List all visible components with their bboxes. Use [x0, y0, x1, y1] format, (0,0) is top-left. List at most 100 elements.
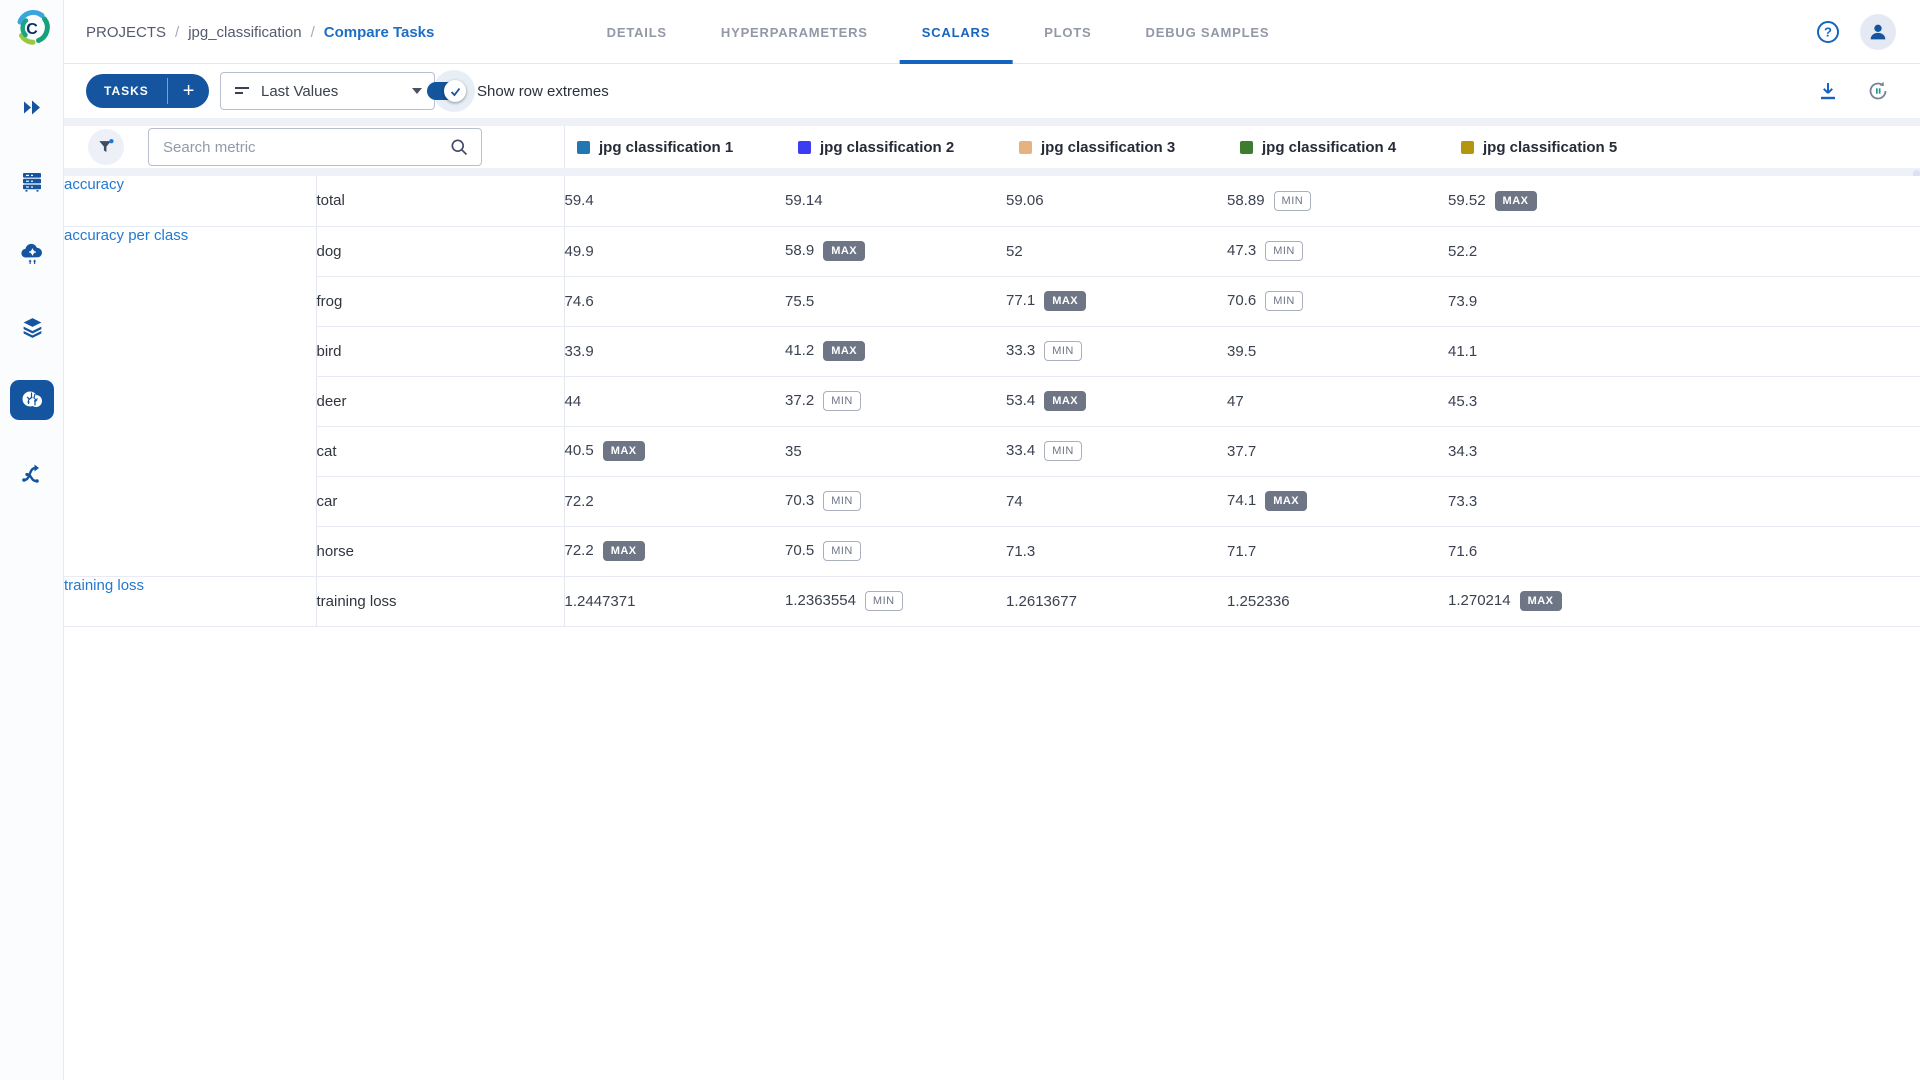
show-row-extremes-label: Show row extremes [477, 83, 609, 100]
metric-value: 35 [785, 443, 802, 460]
tab-debug-samples[interactable]: DEBUG SAMPLES [1124, 0, 1292, 64]
task-name-label: jpg classification 3 [1041, 139, 1175, 156]
tab-bar: DETAILSHYPERPARAMETERSSCALARSPLOTSDEBUG … [585, 0, 1292, 64]
value-cell: 59.4 [564, 176, 785, 226]
metric-value: 74.1 [1227, 492, 1256, 509]
tab-scalars[interactable]: SCALARS [900, 0, 1012, 64]
value-cell: 70.6MIN [1227, 276, 1448, 326]
metric-value: 73.3 [1448, 493, 1477, 510]
metric-value: 1.252336 [1227, 593, 1290, 610]
values-mode-select[interactable]: Last Values [220, 72, 435, 110]
expand-double-chevron-icon[interactable] [10, 88, 54, 128]
metric-name-link[interactable]: accuracy [64, 176, 316, 226]
row-filler [1669, 226, 1920, 276]
value-cell: 49.9 [564, 226, 785, 276]
value-cell: 73.9 [1448, 276, 1669, 326]
metric-value: 59.14 [785, 192, 823, 209]
value-cell: 39.5 [1227, 326, 1448, 376]
svg-text:?: ? [1824, 25, 1832, 40]
download-icon[interactable] [1816, 79, 1840, 103]
metric-value: 74 [1006, 493, 1023, 510]
tasks-split-button: TASKS + [86, 74, 209, 108]
user-avatar[interactable] [1860, 14, 1896, 50]
tasks-button[interactable]: TASKS [86, 74, 167, 108]
row-filler [1669, 426, 1920, 476]
sort-icon [233, 82, 251, 100]
value-cell: 41.2MAX [785, 326, 1006, 376]
metric-name-link[interactable]: accuracy per class [64, 226, 316, 576]
value-cell: 1.2447371 [564, 576, 785, 626]
breadcrumb-item[interactable]: PROJECTS [86, 24, 166, 41]
table-row: cat40.5MAX3533.4MIN37.734.3 [64, 426, 1920, 476]
metric-value: 72.2 [565, 493, 594, 510]
metric-value: 52.2 [1448, 243, 1477, 260]
table-row: training losstraining loss1.24473711.236… [64, 576, 1920, 626]
column-header-task-1[interactable]: jpg classification 1 [565, 126, 786, 168]
show-row-extremes-toggle[interactable] [427, 82, 463, 100]
pipelines-icon[interactable] [10, 453, 54, 493]
variant-name: horse [316, 526, 564, 576]
metric-value: 45.3 [1448, 393, 1477, 410]
clearml-logo-icon[interactable]: C [12, 8, 52, 48]
datasets-icon[interactable] [10, 307, 54, 347]
metric-value: 44 [565, 393, 582, 410]
metric-value: 33.9 [565, 343, 594, 360]
tab-details[interactable]: DETAILS [585, 0, 689, 64]
search-metric-input[interactable] [149, 139, 449, 156]
metric-value: 1.2613677 [1006, 593, 1077, 610]
column-header-task-2[interactable]: jpg classification 2 [786, 126, 1007, 168]
metric-value: 59.52 [1448, 192, 1486, 209]
min-badge: MIN [1274, 191, 1312, 211]
value-cell: 33.3MIN [1006, 326, 1227, 376]
metric-value: 59.06 [1006, 192, 1044, 209]
value-cell: 45.3 [1448, 376, 1669, 426]
row-filler [1669, 376, 1920, 426]
variant-name: deer [316, 376, 564, 426]
max-badge: MAX [603, 541, 645, 561]
toggle-knob [444, 80, 466, 102]
add-task-button[interactable]: + [168, 74, 210, 108]
breadcrumb-item[interactable]: jpg_classification [188, 24, 301, 41]
value-cell: 33.4MIN [1006, 426, 1227, 476]
value-cell: 70.5MIN [785, 526, 1006, 576]
metrics-table-header: jpg classification 1 jpg classification 2… [64, 126, 1920, 168]
task-name-label: jpg classification 1 [599, 139, 733, 156]
filter-icon[interactable] [88, 129, 124, 165]
projects-brain-icon[interactable] [10, 380, 54, 420]
help-icon[interactable]: ? [1816, 20, 1840, 44]
metric-value: 1.2447371 [565, 593, 636, 610]
column-header-task-5[interactable]: jpg classification 5 [1449, 126, 1670, 168]
series-color-swatch [577, 141, 590, 154]
metric-value: 73.9 [1448, 293, 1477, 310]
metrics-table-body: accuracytotal59.459.1459.0658.89MIN59.52… [64, 176, 1920, 627]
metric-value: 34.3 [1448, 443, 1477, 460]
workers-icon[interactable] [10, 234, 54, 274]
table-row: accuracy per classdog49.958.9MAX5247.3MI… [64, 226, 1920, 276]
toolbar-actions [1816, 64, 1890, 118]
metric-value: 58.9 [785, 242, 814, 259]
value-cell: 74 [1006, 476, 1227, 526]
tab-plots[interactable]: PLOTS [1022, 0, 1113, 64]
metric-value: 71.7 [1227, 543, 1256, 560]
value-cell: 72.2MAX [564, 526, 785, 576]
value-cell: 72.2 [564, 476, 785, 526]
metric-value: 1.2363554 [785, 592, 856, 609]
max-badge: MAX [1495, 191, 1537, 211]
metric-name-link[interactable]: training loss [64, 576, 316, 626]
value-cell: 1.2613677 [1006, 576, 1227, 626]
column-header-task-3[interactable]: jpg classification 3 [1007, 126, 1228, 168]
auto-refresh-icon[interactable] [1866, 79, 1890, 103]
queues-icon[interactable] [10, 161, 54, 201]
metric-value: 53.4 [1006, 392, 1035, 409]
value-cell: 35 [785, 426, 1006, 476]
metric-value: 71.3 [1006, 543, 1035, 560]
series-color-swatch [1461, 141, 1474, 154]
value-cell: 41.1 [1448, 326, 1669, 376]
tab-hyperparameters[interactable]: HYPERPARAMETERS [699, 0, 890, 64]
series-color-swatch [1019, 141, 1032, 154]
column-header-task-4[interactable]: jpg classification 4 [1228, 126, 1449, 168]
metric-value: 39.5 [1227, 343, 1256, 360]
value-cell: 34.3 [1448, 426, 1669, 476]
metric-value: 49.9 [565, 243, 594, 260]
metric-value: 1.270214 [1448, 592, 1511, 609]
